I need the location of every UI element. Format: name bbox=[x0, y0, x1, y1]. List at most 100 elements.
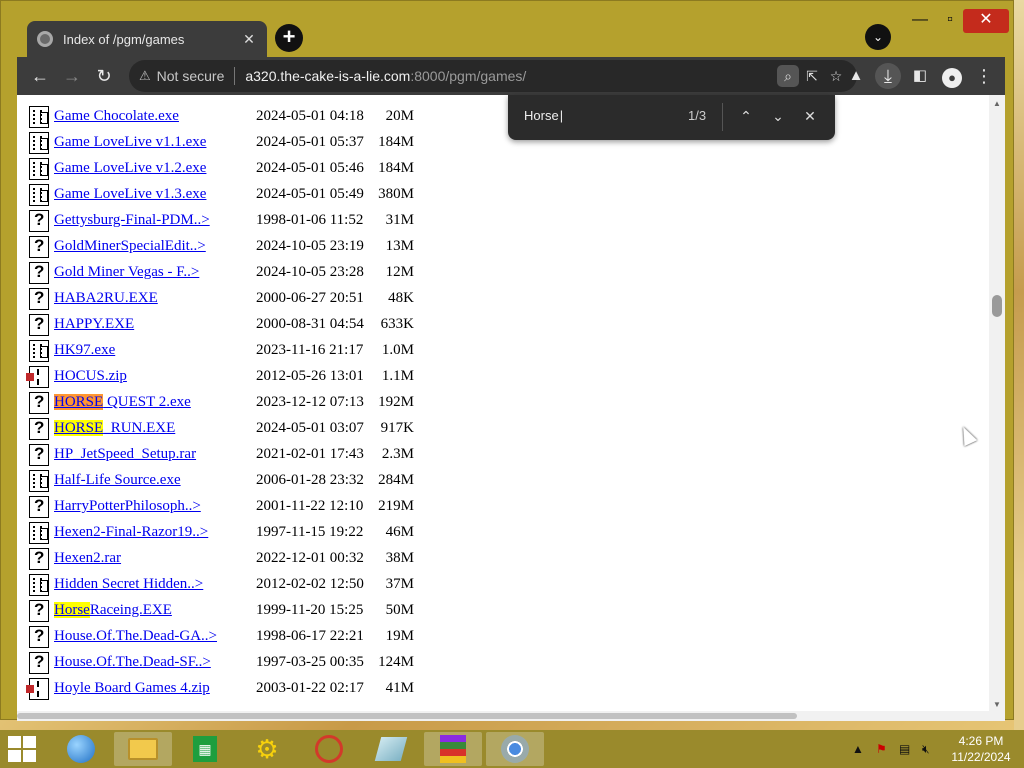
file-size: 46M bbox=[385, 524, 414, 540]
file-name: _RUN.EXE bbox=[103, 420, 176, 436]
file-link[interactable]: GoldMinerSpecialEdit..> bbox=[54, 238, 206, 255]
file-link[interactable]: Hexen2.rar bbox=[54, 550, 121, 567]
file-size: 917K bbox=[380, 420, 414, 436]
file-date: 2024-05-01 05:37 bbox=[256, 134, 364, 150]
file-link[interactable]: Hoyle Board Games 4.zip bbox=[54, 680, 210, 697]
file-explorer-icon[interactable] bbox=[114, 732, 172, 766]
app-red-icon[interactable] bbox=[300, 732, 358, 766]
tray-overflow-icon[interactable]: ▲ bbox=[852, 742, 864, 756]
file-size: 48K bbox=[388, 290, 414, 306]
file-date: 1998-06-17 22:21 bbox=[256, 628, 364, 644]
table-row: Game LoveLive v1.3.exe 2024-05-01 05:49 38… bbox=[29, 183, 529, 209]
file-date: 2003-01-22 02:17 bbox=[256, 680, 364, 696]
file-link[interactable]: Game LoveLive v1.3.exe bbox=[54, 186, 206, 203]
reload-button[interactable]: ↻ bbox=[91, 63, 117, 89]
system-clock[interactable]: 4:26 PM 11/22/2024 bbox=[946, 733, 1016, 765]
close-icon[interactable]: ✕ bbox=[241, 31, 257, 48]
new-tab-button[interactable]: + bbox=[275, 24, 303, 52]
app-yellow-icon[interactable]: ⚙ bbox=[238, 732, 296, 766]
file-size: 219M bbox=[378, 498, 414, 514]
tab-strip: Index of /pgm/games ✕ + ⌄ — ▫ ✕ bbox=[1, 1, 1015, 57]
file-link[interactable]: Gettysburg-Final-PDM..> bbox=[54, 212, 210, 229]
share-icon[interactable]: ⇱ bbox=[801, 65, 823, 87]
horizontal-scrollbar[interactable] bbox=[17, 711, 1005, 721]
tab-index-pgm-games[interactable]: Index of /pgm/games ✕ bbox=[27, 21, 267, 57]
store-icon[interactable]: ▦ bbox=[176, 732, 234, 766]
url-host[interactable]: a320.the-cake-is-a-lie.com bbox=[245, 68, 410, 84]
minimize-button[interactable]: — bbox=[905, 9, 935, 33]
file-link[interactable]: House.Of.The.Dead-SF..> bbox=[54, 654, 211, 671]
file-link[interactable]: HAPPY.EXE bbox=[54, 316, 134, 333]
find-input[interactable]: Horse bbox=[524, 108, 563, 123]
file-link[interactable]: House.Of.The.Dead-GA..> bbox=[54, 628, 217, 645]
file-date: 2024-05-01 03:07 bbox=[256, 420, 364, 436]
file-link[interactable]: Game Chocolate.exe bbox=[54, 108, 179, 125]
file-link[interactable]: Half-Life Source.exe bbox=[54, 472, 181, 489]
menu-icon[interactable]: ⋮ bbox=[971, 63, 997, 89]
chrome-icon[interactable] bbox=[486, 732, 544, 766]
table-row: Hoyle Board Games 4.zip 2003-01-22 02:17 4… bbox=[26, 677, 529, 703]
maximize-button[interactable]: ▫ bbox=[935, 9, 965, 33]
table-row: Gettysburg-Final-PDM..> 1998-01-06 11:52 3… bbox=[29, 209, 529, 235]
file-date: 2024-10-05 23:19 bbox=[256, 238, 364, 254]
unknown-file-icon bbox=[29, 392, 49, 414]
file-link[interactable]: Game LoveLive v1.2.exe bbox=[54, 160, 206, 177]
find-highlight: HORSE bbox=[54, 420, 104, 436]
file-link[interactable]: HORSE_RUN.EXE bbox=[54, 420, 175, 437]
vertical-scrollbar[interactable]: ▲ ▼ bbox=[989, 95, 1005, 711]
internet-explorer-icon[interactable] bbox=[52, 732, 110, 766]
scroll-up-arrow-icon[interactable]: ▲ bbox=[993, 99, 1001, 108]
unknown-file-icon bbox=[29, 262, 49, 284]
forward-button[interactable]: → bbox=[59, 63, 85, 89]
find-previous-icon[interactable]: ⌃ bbox=[735, 105, 757, 127]
unknown-file-icon bbox=[29, 626, 49, 648]
back-button[interactable]: ← bbox=[27, 63, 53, 89]
network-icon[interactable]: ▤ bbox=[899, 742, 910, 756]
flag-icon[interactable]: ⚑ bbox=[876, 742, 887, 756]
file-link[interactable]: HarryPotterPhilosoph..> bbox=[54, 498, 201, 515]
table-row: Half-Life Source.exe 2006-01-28 23:32 284M bbox=[29, 469, 529, 495]
download-icon[interactable]: ⤓ bbox=[875, 63, 901, 89]
file-size: 13M bbox=[385, 238, 414, 254]
file-link[interactable]: HorseRaceing.EXE bbox=[54, 602, 172, 619]
file-size: 31M bbox=[385, 212, 414, 228]
tab-title: Index of /pgm/games bbox=[63, 31, 185, 47]
find-next-icon[interactable]: ⌄ bbox=[767, 105, 789, 127]
file-link[interactable]: HK97.exe bbox=[54, 342, 115, 359]
find-close-icon[interactable]: ✕ bbox=[799, 105, 821, 127]
security-status[interactable]: Not secure bbox=[157, 68, 225, 84]
labs-flask-icon[interactable]: ▲ bbox=[843, 63, 869, 89]
file-link[interactable]: Game LoveLive v1.1.exe bbox=[54, 134, 206, 151]
close-window-button[interactable]: ✕ bbox=[963, 9, 1009, 33]
volume-muted-icon[interactable]: 🔇︎ bbox=[922, 742, 930, 757]
url-path[interactable]: :8000/pgm/games/ bbox=[410, 68, 526, 84]
file-link[interactable]: Hexen2-Final-Razor19..> bbox=[54, 524, 208, 541]
file-link[interactable]: HOCUS.zip bbox=[54, 368, 127, 385]
address-bar[interactable]: ⚠ Not secure a320.the-cake-is-a-lie.com … bbox=[129, 60, 857, 92]
file-link[interactable]: HABA2RU.EXE bbox=[54, 290, 158, 307]
file-date: 2001-11-22 12:10 bbox=[256, 498, 364, 514]
file-link[interactable]: HP_JetSpeed_Setup.rar bbox=[54, 446, 196, 463]
scrollbar-thumb[interactable] bbox=[992, 295, 1002, 317]
find-in-page-icon[interactable]: ⌕ bbox=[777, 65, 799, 87]
binary-file-icon bbox=[29, 340, 49, 362]
file-link[interactable]: Hidden Secret Hidden..> bbox=[54, 576, 203, 593]
scroll-down-arrow-icon[interactable]: ▼ bbox=[993, 700, 1001, 709]
divider bbox=[234, 67, 236, 85]
tab-search-icon[interactable]: ⌄ bbox=[865, 24, 891, 50]
horizontal-scrollbar-thumb[interactable] bbox=[17, 713, 797, 719]
file-name: QUEST 2.exe bbox=[103, 394, 191, 410]
browser-toolbar: ← → ↻ ⚠ Not secure a320.the-cake-is-a-li… bbox=[17, 57, 1005, 95]
profile-icon[interactable]: ● bbox=[939, 63, 965, 89]
file-link[interactable]: Gold Miner Vegas - F..> bbox=[54, 264, 199, 281]
notepad-icon[interactable] bbox=[362, 732, 420, 766]
side-panel-icon[interactable]: ◧ bbox=[907, 63, 933, 89]
warning-triangle-icon[interactable]: ⚠ bbox=[139, 68, 151, 84]
file-size: 12M bbox=[385, 264, 414, 280]
file-name: Game LoveLive v1.3.exe bbox=[54, 186, 207, 202]
file-name: HarryPotterPhilosoph..> bbox=[54, 498, 201, 514]
table-row: HORSE_RUN.EXE 2024-05-01 03:07 917K bbox=[29, 417, 529, 443]
file-link[interactable]: HORSE QUEST 2.exe bbox=[54, 394, 191, 411]
start-button[interactable] bbox=[6, 734, 38, 764]
winrar-icon[interactable] bbox=[424, 732, 482, 766]
